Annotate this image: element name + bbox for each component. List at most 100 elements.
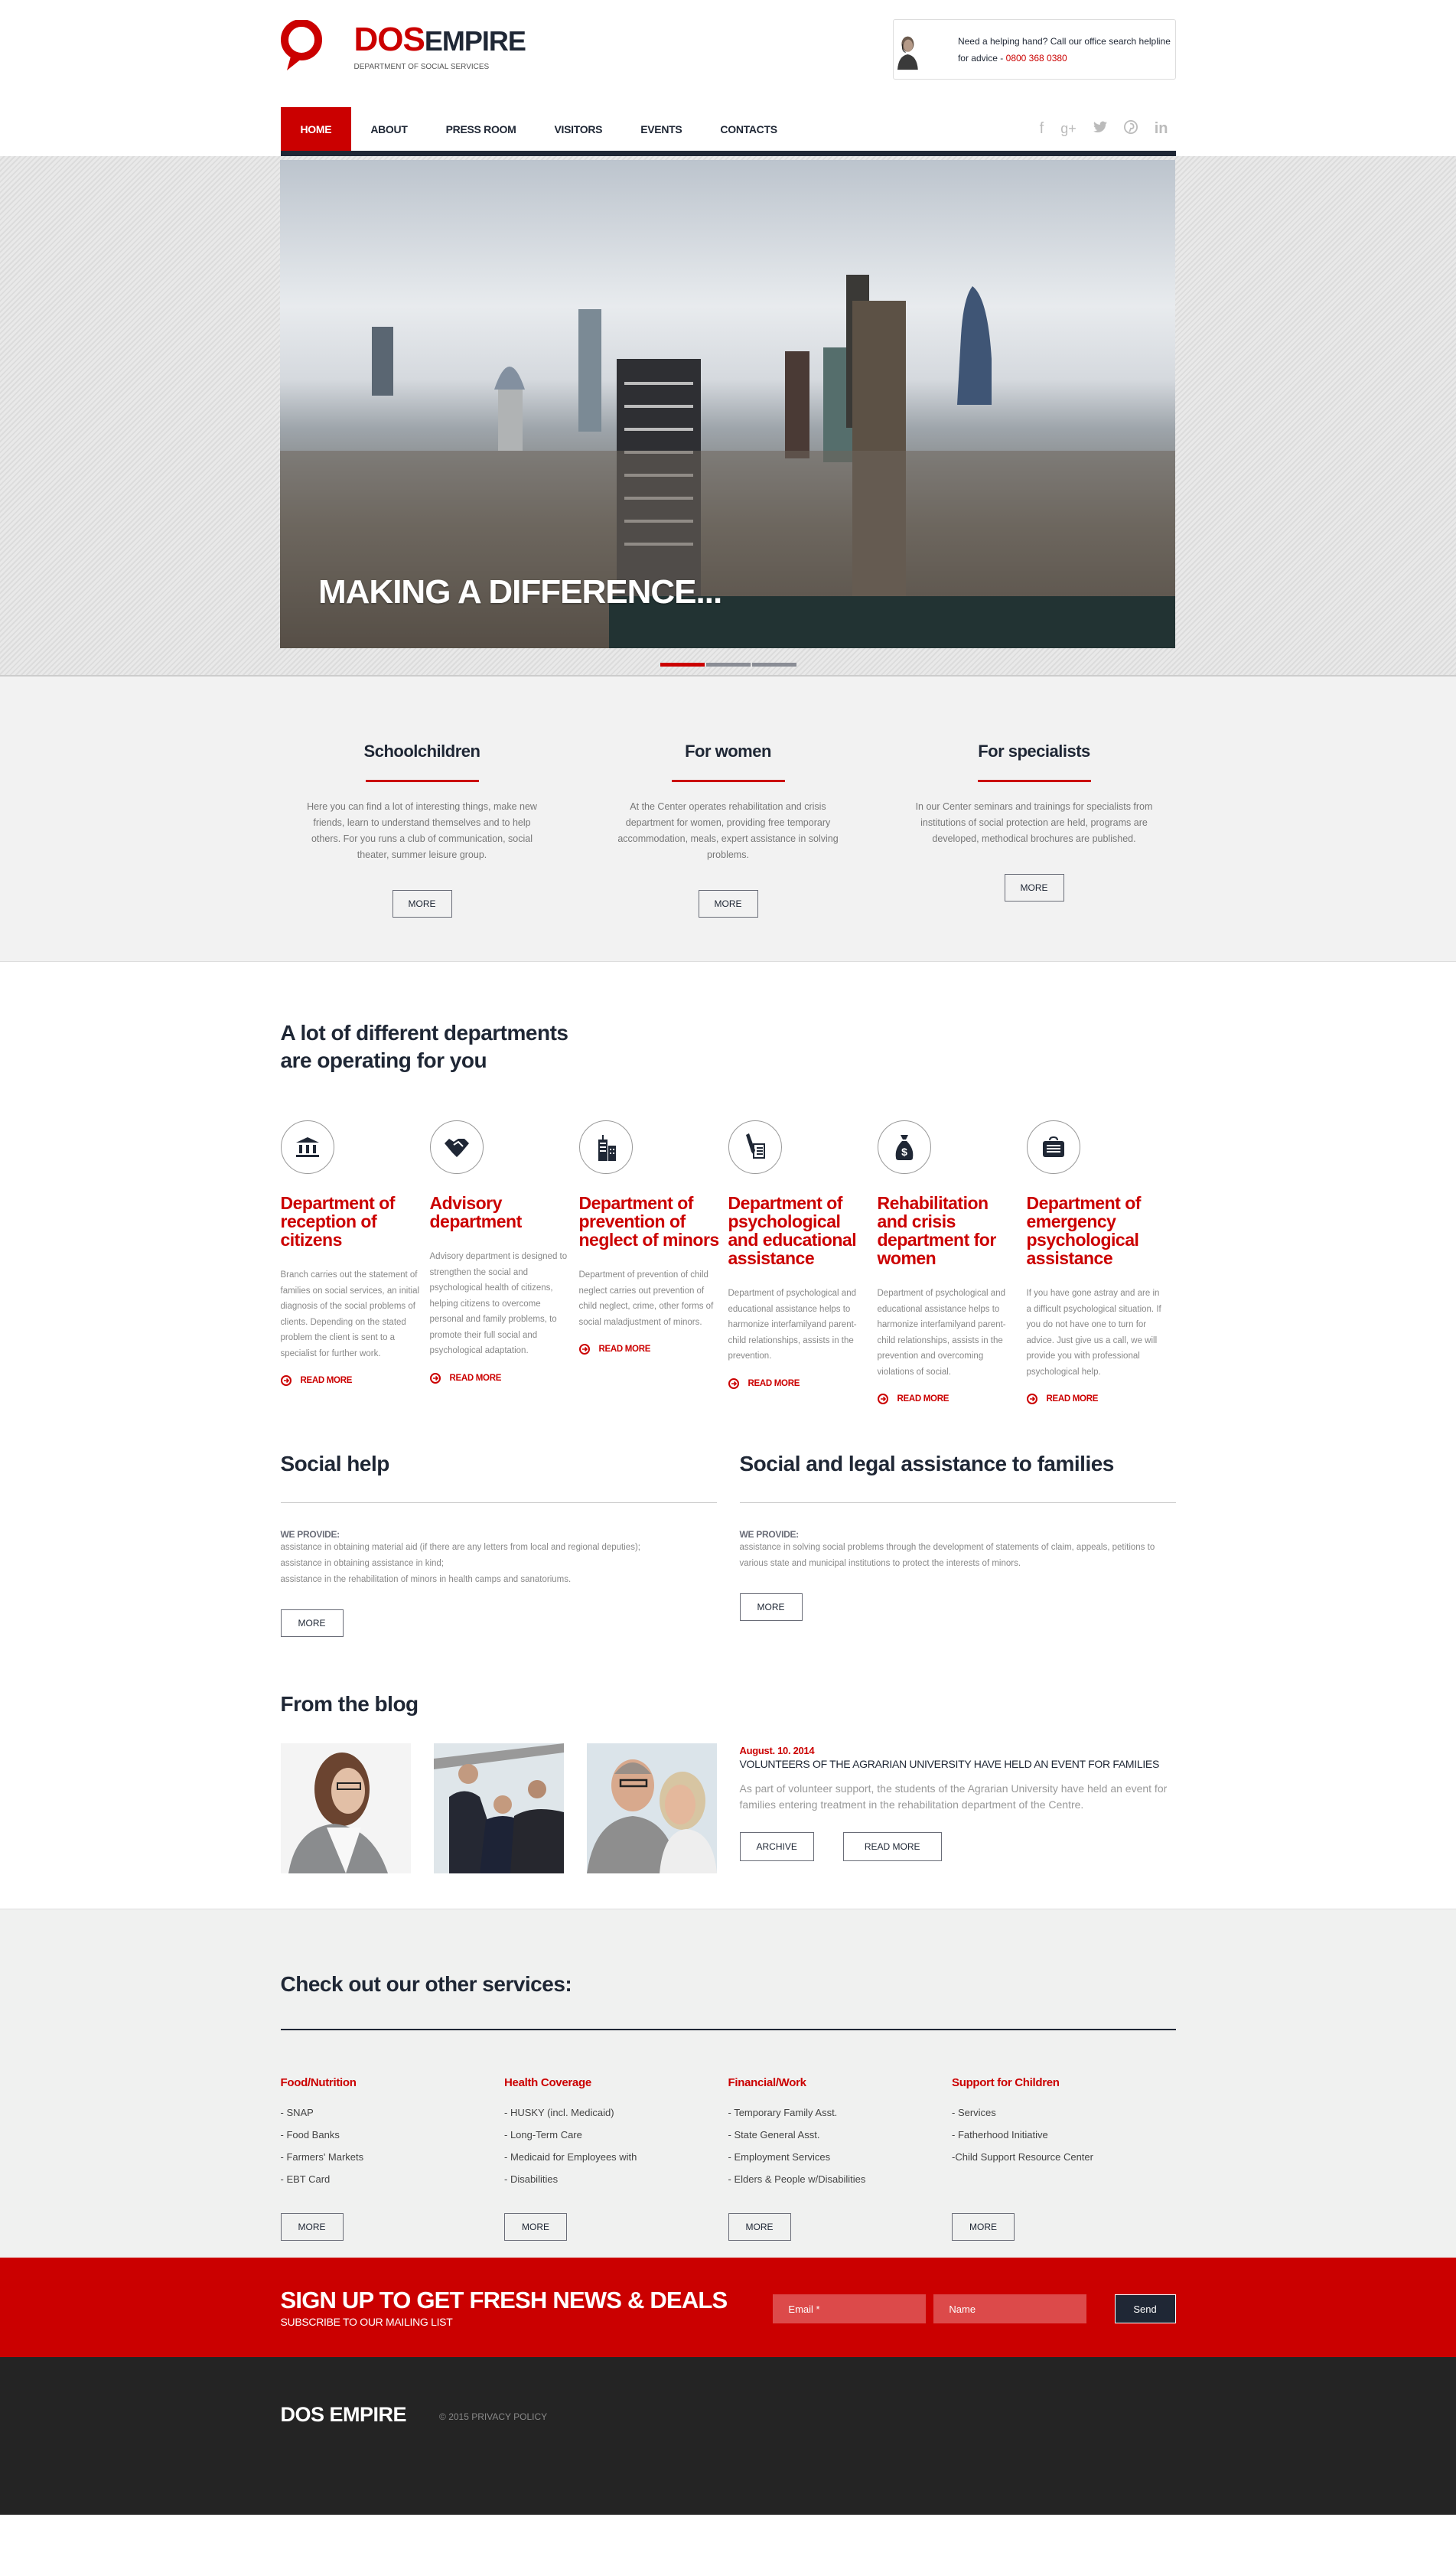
woman-with-glasses-photo[interactable] — [280, 1743, 411, 1873]
service-column: Health Coverage - HUSKY (incl. Medicaid)… — [504, 2076, 728, 2241]
service-link[interactable]: - EBT Card — [281, 2168, 505, 2190]
send-button[interactable]: Send — [1114, 2294, 1176, 2323]
audience-title: For women — [685, 742, 771, 761]
signup-subtitle: SUBSCRIBE TO OUR MAILING LIST — [280, 2316, 453, 2328]
read-more-link[interactable]: READ MORE — [578, 1344, 728, 1355]
nav-home[interactable]: HOME — [280, 107, 352, 151]
legal-assistance-block: Social and legal assistance to families … — [739, 1452, 1176, 1637]
support-agent-photo — [894, 32, 920, 70]
slide-dot-3[interactable] — [751, 663, 796, 667]
help-lines: assistance in solving social problems th… — [739, 1543, 1155, 1568]
service-link[interactable]: - Elders & People w/Disabilities — [728, 2168, 953, 2190]
read-more-link[interactable]: READ MORE — [280, 1375, 430, 1386]
service-column: Food/Nutrition - SNAP - Food Banks - Far… — [280, 2076, 505, 2241]
post-title[interactable]: VOLUNTEERS OF THE AGRARIAN UNIVERSITY HA… — [740, 1758, 1168, 1770]
audience-text: In our Center seminars and trainings for… — [915, 801, 1153, 844]
business-handshake-photo[interactable] — [433, 1743, 564, 1873]
department-title[interactable]: Department of prevention of neglect of m… — [579, 1194, 728, 1249]
signup-title: SIGN UP TO GET FRESH NEWS & DEALS — [280, 2287, 728, 2313]
department-title[interactable]: Department of psychological and educatio… — [728, 1194, 878, 1267]
more-button[interactable]: MORE — [1004, 874, 1064, 902]
privacy-policy-link[interactable]: PRIVACY POLICY — [471, 2411, 547, 2422]
department-text: Department of psychological and educatio… — [877, 1289, 1006, 1377]
more-button[interactable]: MORE — [504, 2213, 567, 2241]
department-text: Department of psychological and educatio… — [728, 1289, 857, 1361]
departments-section: A lot of different departments are operat… — [0, 962, 1456, 1452]
service-link[interactable]: - Farmers' Markets — [281, 2146, 505, 2168]
google-plus-icon[interactable]: g+ — [1060, 121, 1077, 137]
service-link[interactable]: - HUSKY (incl. Medicaid) — [504, 2101, 728, 2124]
service-link[interactable]: - Food Banks — [281, 2124, 505, 2146]
arrow-circle-icon — [1026, 1394, 1037, 1404]
post-excerpt: As part of volunteer support, the studen… — [739, 1782, 1168, 1811]
red-divider — [365, 780, 479, 782]
svg-text:$: $ — [901, 1146, 907, 1158]
arrow-circle-icon — [280, 1375, 292, 1386]
helpline-phone[interactable]: 0800 368 0380 — [1006, 53, 1067, 64]
more-button[interactable]: MORE — [698, 890, 758, 918]
more-button[interactable]: MORE — [728, 2213, 791, 2241]
audience-card: For specialists In our Center seminars a… — [893, 742, 1176, 918]
red-divider — [977, 780, 1091, 782]
twitter-icon[interactable] — [1093, 120, 1107, 138]
archive-button[interactable]: ARCHIVE — [739, 1832, 814, 1861]
slide-dot-1[interactable] — [660, 663, 705, 667]
brand-name: DOSEMPIRE — [353, 21, 526, 58]
facebook-icon[interactable]: f — [1040, 120, 1044, 138]
audience-section: Schoolchildren Here you can find a lot o… — [0, 677, 1456, 962]
nav-visitors[interactable]: VISITORS — [536, 107, 622, 151]
nav-about[interactable]: ABOUT — [351, 107, 426, 151]
read-more-button[interactable]: READ MORE — [842, 1832, 942, 1861]
service-link[interactable]: - Medicaid for Employees with — [504, 2146, 728, 2168]
service-title: Health Coverage — [504, 2076, 591, 2089]
slide-dot-2[interactable] — [705, 663, 751, 667]
more-button[interactable]: MORE — [392, 890, 452, 918]
help-lines: assistance in obtaining material aid (if… — [280, 1543, 640, 1584]
helpline-text: Need a helping hand? Call our office sea… — [957, 35, 1171, 64]
department-title[interactable]: Department of reception of citizens — [281, 1194, 430, 1249]
service-link[interactable]: - Employment Services — [728, 2146, 953, 2168]
service-title: Food/Nutrition — [280, 2076, 357, 2089]
service-link[interactable]: - Disabilities — [504, 2168, 728, 2190]
arrow-circle-icon — [429, 1372, 441, 1384]
service-link[interactable]: - Services — [952, 2101, 1176, 2124]
service-link[interactable]: - SNAP — [281, 2101, 505, 2124]
smiling-couple-photo[interactable] — [586, 1743, 717, 1873]
more-button[interactable]: MORE — [280, 1609, 344, 1637]
handshake-icon — [429, 1120, 484, 1174]
read-more-link[interactable]: READ MORE — [1026, 1394, 1176, 1404]
slider-pagination — [660, 663, 796, 667]
read-more-link[interactable]: READ MORE — [429, 1372, 579, 1384]
help-section: Social help WE PROVIDE: assistance in ob… — [0, 1452, 1456, 1637]
department-card: Advisory department Advisory department … — [429, 1120, 579, 1404]
department-title[interactable]: Department of emergency psychological as… — [1027, 1194, 1176, 1267]
hero-slider: MAKING A DIFFERENCE... — [0, 156, 1456, 677]
read-more-link[interactable]: READ MORE — [877, 1394, 1027, 1404]
services-title: Check out our other services: — [280, 1972, 572, 1996]
name-field[interactable] — [933, 2294, 1087, 2323]
service-link[interactable]: - State General Asst. — [728, 2124, 953, 2146]
blog-title: From the blog — [280, 1692, 419, 1716]
service-link[interactable]: - Fatherhood Initiative — [952, 2124, 1176, 2146]
department-title[interactable]: Rehabilitation and crisis department for… — [878, 1194, 1027, 1267]
read-more-link[interactable]: READ MORE — [728, 1378, 878, 1389]
email-field[interactable] — [773, 2294, 927, 2323]
divider — [739, 1502, 1176, 1503]
more-button[interactable]: MORE — [280, 2213, 344, 2241]
service-link[interactable]: - Temporary Family Asst. — [728, 2101, 953, 2124]
audience-title: For specialists — [978, 742, 1090, 761]
service-link[interactable]: -Child Support Resource Center — [952, 2146, 1176, 2168]
service-title: Financial/Work — [728, 2076, 807, 2089]
we-provide-label: WE PROVIDE: — [280, 1529, 340, 1540]
logo[interactable]: DOSEMPIRE DEPARTMENT OF SOCIAL SERVICES — [280, 20, 526, 72]
more-button[interactable]: MORE — [952, 2213, 1015, 2241]
department-title[interactable]: Advisory department — [430, 1194, 579, 1231]
service-link[interactable]: - Long-Term Care — [504, 2124, 728, 2146]
linkedin-icon[interactable]: in — [1155, 120, 1168, 138]
help-title: Social and legal assistance to families — [739, 1452, 1115, 1475]
nav-contacts[interactable]: CONTACTS — [701, 107, 796, 151]
nav-events[interactable]: EVENTS — [621, 107, 701, 151]
more-button[interactable]: MORE — [739, 1593, 803, 1621]
nav-press-room[interactable]: PRESS ROOM — [427, 107, 536, 151]
pinterest-icon[interactable] — [1123, 119, 1138, 139]
